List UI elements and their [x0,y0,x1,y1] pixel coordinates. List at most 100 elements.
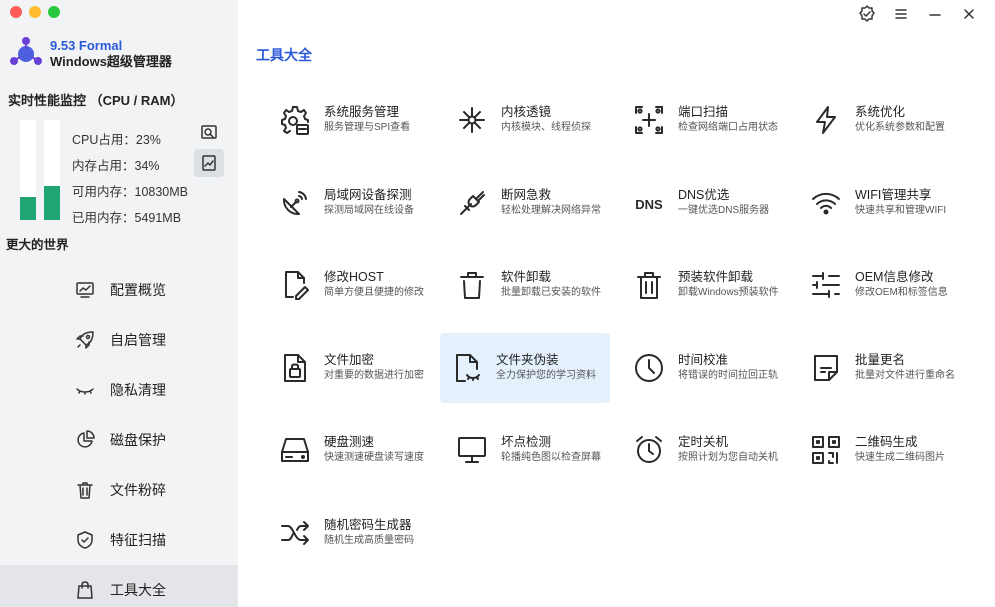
zoom-window-button[interactable] [48,6,60,18]
harddisk-icon [278,433,312,467]
rename-icon [809,351,843,385]
tool-title: 二维码生成 [855,435,918,449]
file-eye-icon [450,351,484,385]
cpu-usage-label: CPU占用：23% [72,133,161,147]
tool-title: 随机密码生成器 [324,518,412,532]
usage-bars [20,120,60,220]
sidebar-item-label: 文件粉碎 [110,482,166,498]
tool-scheduled-shutdown[interactable]: 定时关机 按照计划为您自动关机 [622,415,792,485]
tool-desc: 修改OEM和标签信息 [855,287,948,298]
tool-folder-disguise[interactable]: 文件夹伪装 全力保护您的学习资料 [440,333,610,403]
trash-icon [74,479,96,501]
mem-bar [44,120,60,220]
tool-desc: 检查网络端口占用状态 [678,122,778,133]
tool-time-sync[interactable]: 时间校准 将错误的时间拉回正轨 [622,333,792,403]
file-lock-icon [278,351,312,385]
tool-title: 文件加密 [324,353,375,367]
sidebar-item-disk-protect[interactable]: 磁盘保护 [0,415,238,465]
screen-icon [455,433,489,467]
sidebar-item-shredder[interactable]: 文件粉碎 [0,465,238,515]
tool-file-encrypt[interactable]: 文件加密 对重要的数据进行加密 [268,333,438,403]
sidebar-item-config-overview[interactable]: 配置概览 [0,265,238,315]
pie-chart-icon [74,429,96,451]
close-button[interactable] [957,4,981,24]
tool-dns-optimize[interactable]: DNS DNS优选 一键优选DNS服务器 [622,168,792,238]
tool-title: 系统优化 [855,105,906,119]
menu-button[interactable] [889,4,913,24]
minimize-window-button[interactable] [29,6,41,18]
tool-edit-host[interactable]: 修改HOST 简单方便且便捷的修改 [268,250,438,320]
tool-desc: 服务管理与SPI查看 [324,122,411,133]
mem-usage-label: 内存占用：34% [72,159,160,173]
tool-desc: 简单方便且便捷的修改 [324,287,424,298]
tool-title: 预装软件卸载 [678,270,754,284]
app-name: Windows超级管理器 [50,54,172,69]
cpu-bar-fill [20,197,36,220]
tool-uninstall[interactable]: 软件卸载 批量卸载已安装的软件 [445,250,615,320]
tool-desc: 快速共享和管理WIFI [855,205,947,216]
tool-dead-pixel[interactable]: 坏点检测 轮播纯色图以检查屏幕 [445,415,615,485]
mem-bar-fill [44,186,60,220]
close-window-button[interactable] [10,6,22,18]
sidebar-item-label: 自启管理 [110,332,166,348]
wifi-icon [809,186,843,220]
monitor-chart-icon [74,279,96,301]
cpu-bar [20,120,36,220]
sidebar-item-toolbox[interactable]: 工具大全 [0,565,238,607]
tool-preinstalled-uninstall[interactable]: 预装软件卸载 卸载Windows预装软件 [622,250,792,320]
tool-desc: 一键优选DNS服务器 [678,205,770,216]
tool-desc: 优化系统参数和配置 [855,122,945,133]
dns-icon: DNS [632,186,666,220]
tool-title: 批量更名 [855,353,906,367]
clock-icon [632,351,666,385]
tool-wifi-share[interactable]: WIFI管理共享 快速共享和管理WIFI [799,168,969,238]
image-search-icon [201,125,217,139]
hamburger-icon [895,9,907,19]
verified-button[interactable] [855,4,879,24]
main-content: 工具大全 系统服务管理 服务管理与SPI查看 内核透镜 内核模块、线程侦探 端口… [238,0,995,607]
tool-desc: 快速生成二维码图片 [855,452,945,463]
tool-desc: 对重要的数据进行加密 [324,370,424,381]
monitor-tools [194,119,224,179]
tool-batch-rename[interactable]: 批量更名 批量对文件进行重命名 [799,333,969,403]
file-edit-icon [278,268,312,302]
minimize-button[interactable] [923,4,947,24]
window-controls [10,6,60,18]
sidebar: 9.53 Formal Windows超级管理器 实时性能监控 （CPU / R… [0,0,238,607]
satellite-dish-icon [278,186,312,220]
tool-lan-detect[interactable]: 局域网设备探测 探测局域网在线设备 [268,168,438,238]
tool-desc: 卸载Windows预装软件 [678,287,779,298]
tool-desc: 探测局域网在线设备 [324,205,414,216]
tool-desc: 随机生成高质量密码 [324,535,414,546]
tool-desc: 按照计划为您自动关机 [678,452,778,463]
tool-qrcode[interactable]: 二维码生成 快速生成二维码图片 [799,415,969,485]
tool-kernel-lens[interactable]: 内核透镜 内核模块、线程侦探 [445,85,615,155]
qrcode-icon [809,433,843,467]
tool-system-optimize[interactable]: 系统优化 优化系统参数和配置 [799,85,969,155]
tool-password-generator[interactable]: 随机密码生成器 随机生成高质量密码 [268,498,438,568]
trash-icon [455,268,489,302]
tool-desc: 批量卸载已安装的软件 [501,287,601,298]
tool-oem-edit[interactable]: OEM信息修改 修改OEM和标签信息 [799,250,969,320]
lightning-icon [809,103,843,137]
available-mem-label: 可用内存：10830MB [72,185,189,199]
trash-lines-icon [632,268,666,302]
monitor-detail-button[interactable] [194,149,224,177]
tool-network-rescue[interactable]: 断网急救 轻松处理解决网络异常 [445,168,615,238]
sidebar-item-privacy[interactable]: 隐私清理 [0,365,238,415]
plug-icon [455,186,489,220]
tool-title: WIFI管理共享 [855,188,932,202]
section-title: 工具大全 [256,47,312,63]
tool-desc: 内核模块、线程侦探 [501,122,591,133]
tool-disk-speed[interactable]: 硬盘测速 快速测速硬盘读写速度 [268,415,438,485]
sidebar-item-startup[interactable]: 自启管理 [0,315,238,365]
monitor-view-button[interactable] [194,119,224,147]
tool-system-service[interactable]: 系统服务管理 服务管理与SPI查看 [268,85,438,155]
sidebar-item-scan[interactable]: 特征扫描 [0,515,238,565]
tool-title: 局域网设备探测 [324,188,412,202]
gear-service-icon [278,103,312,137]
tool-port-scan[interactable]: 端口扫描 检查网络端口占用状态 [622,85,792,155]
svg-text:DNS: DNS [635,197,663,212]
sidebar-item-label: 工具大全 [110,582,166,598]
title-bar-actions [855,4,981,24]
